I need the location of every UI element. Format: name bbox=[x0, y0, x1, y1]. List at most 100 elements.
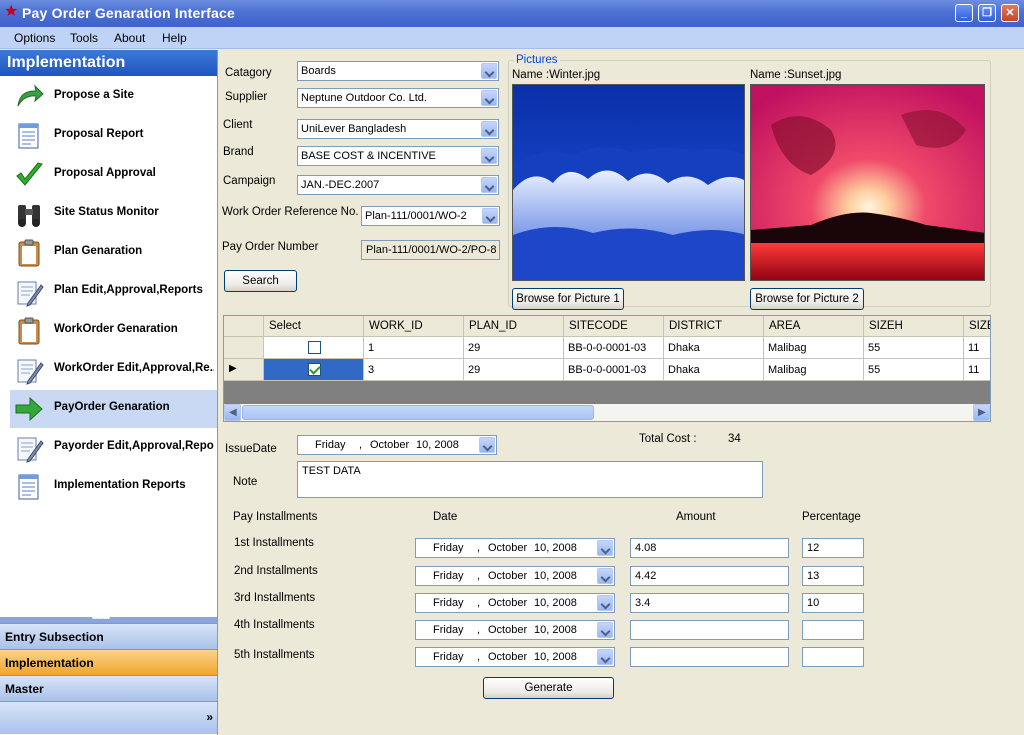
scroll-left-icon[interactable]: ◀ bbox=[224, 404, 241, 421]
table-cell[interactable]: 11 bbox=[964, 337, 990, 359]
chevron-double-down-icon[interactable]: » bbox=[206, 710, 213, 724]
table-cell[interactable]: 55 bbox=[864, 359, 964, 381]
chevron-down-icon[interactable] bbox=[597, 568, 613, 584]
table-row-header[interactable]: ▶ bbox=[224, 359, 264, 381]
sidebar-item-site-status-monitor[interactable]: Site Status Monitor bbox=[10, 195, 217, 233]
search-button[interactable]: Search bbox=[224, 270, 297, 292]
chevron-down-icon[interactable] bbox=[597, 649, 613, 665]
installment-percentage-field[interactable] bbox=[802, 647, 864, 667]
group-implementation[interactable]: Implementation bbox=[0, 649, 217, 675]
browse-picture2-button[interactable]: Browse for Picture 2 bbox=[750, 288, 864, 310]
row-checkbox[interactable] bbox=[308, 341, 321, 354]
installment-percentage-field[interactable]: 10 bbox=[802, 593, 864, 613]
table-row-select-cell[interactable] bbox=[264, 337, 364, 359]
minimize-button[interactable]: _ bbox=[955, 4, 973, 22]
client-select[interactable]: UniLever Bangladesh bbox=[297, 119, 499, 139]
table-cell[interactable]: 1 bbox=[364, 337, 464, 359]
installment-amount-field[interactable]: 4.08 bbox=[630, 538, 789, 558]
menu-tools[interactable]: Tools bbox=[70, 31, 98, 45]
installment-date-picker[interactable]: Friday , October 10, 2008 bbox=[415, 620, 615, 640]
grid-header-area[interactable]: AREA bbox=[764, 316, 864, 337]
table-cell[interactable]: Dhaka bbox=[664, 337, 764, 359]
campaign-value: JAN.-DEC.2007 bbox=[301, 179, 380, 191]
category-select[interactable]: Boards bbox=[297, 61, 499, 81]
table-cell[interactable]: 55 bbox=[864, 337, 964, 359]
chevron-down-icon[interactable] bbox=[479, 437, 495, 453]
table-cell[interactable]: Dhaka bbox=[664, 359, 764, 381]
chevron-down-icon[interactable] bbox=[481, 121, 497, 137]
pay-order-number-field[interactable]: Plan-111/0001/WO-2/PO-8 bbox=[361, 240, 500, 260]
installment-label: 2nd Installments bbox=[234, 565, 318, 577]
supplier-select[interactable]: Neptune Outdoor Co. Ltd. bbox=[297, 88, 499, 108]
chevron-down-icon[interactable] bbox=[481, 63, 497, 79]
installment-amount-field[interactable]: 4.42 bbox=[630, 566, 789, 586]
table-cell[interactable]: 29 bbox=[464, 337, 564, 359]
installment-percentage-field[interactable]: 12 bbox=[802, 538, 864, 558]
scroll-right-icon[interactable]: ▶ bbox=[973, 404, 990, 421]
close-button[interactable]: ✕ bbox=[1001, 4, 1019, 22]
grid-horizontal-scrollbar[interactable]: ◀ ▶ bbox=[224, 404, 990, 421]
menu-about[interactable]: About bbox=[114, 31, 145, 45]
sidebar-item-implementation-reports[interactable]: Implementation Reports bbox=[10, 468, 217, 506]
sidebar-item-proposal-approval[interactable]: Proposal Approval bbox=[10, 156, 217, 194]
chevron-down-icon[interactable] bbox=[597, 622, 613, 638]
table-row-header[interactable] bbox=[224, 337, 264, 359]
installment-label: 1st Installments bbox=[234, 537, 314, 549]
grid-header-sizeh[interactable]: SIZEH bbox=[864, 316, 964, 337]
grid-header-select[interactable]: Select bbox=[264, 316, 364, 337]
chevron-down-icon[interactable] bbox=[597, 595, 613, 611]
installment-date-picker[interactable]: Friday , October 10, 2008 bbox=[415, 538, 615, 558]
installment-date-picker[interactable]: Friday , October 10, 2008 bbox=[415, 647, 615, 667]
chevron-down-icon[interactable] bbox=[482, 208, 498, 224]
brand-select[interactable]: BASE COST & INCENTIVE bbox=[297, 146, 499, 166]
installment-date-picker[interactable]: Friday , October 10, 2008 bbox=[415, 566, 615, 586]
chevron-down-icon[interactable] bbox=[481, 148, 497, 164]
generate-button[interactable]: Generate bbox=[483, 677, 614, 699]
table-row-select-cell[interactable] bbox=[264, 359, 364, 381]
restore-button[interactable]: ❐ bbox=[978, 4, 996, 22]
installment-amount-field[interactable]: 3.4 bbox=[630, 593, 789, 613]
installment-date-picker[interactable]: Friday , October 10, 2008 bbox=[415, 593, 615, 613]
table-cell[interactable]: BB-0-0-0001-03 bbox=[564, 337, 664, 359]
sidebar-item-proposal-report[interactable]: Proposal Report bbox=[10, 117, 217, 155]
sidebar-item-plan-edit[interactable]: Plan Edit,Approval,Reports bbox=[10, 273, 217, 311]
menu-options[interactable]: Options bbox=[14, 31, 55, 45]
grid-header-work-id[interactable]: WORK_ID bbox=[364, 316, 464, 337]
sidebar-item-plan-generation[interactable]: Plan Genaration bbox=[10, 234, 217, 272]
sidebar-item-payorder-edit[interactable]: Payorder Edit,Approval,Repo... bbox=[10, 429, 217, 467]
table-cell[interactable]: Malibag bbox=[764, 359, 864, 381]
work-order-ref-select[interactable]: Plan-111/0001/WO-2 bbox=[361, 206, 500, 226]
row-checkbox[interactable] bbox=[308, 363, 321, 376]
grid-header-plan-id[interactable]: PLAN_ID bbox=[464, 316, 564, 337]
grid-header-district[interactable]: DISTRICT bbox=[664, 316, 764, 337]
sidebar-item-workorder-generation[interactable]: WorkOrder Genaration bbox=[10, 312, 217, 350]
sidebar-item-propose-site[interactable]: Propose a Site bbox=[10, 78, 217, 116]
table-cell[interactable]: BB-0-0-0001-03 bbox=[564, 359, 664, 381]
installment-amount-field[interactable] bbox=[630, 620, 789, 640]
chevron-down-icon[interactable] bbox=[481, 177, 497, 193]
grid-header-sitecode[interactable]: SITECODE bbox=[564, 316, 664, 337]
group-entry-subsection[interactable]: Entry Subsection bbox=[0, 623, 217, 649]
chevron-down-icon[interactable] bbox=[481, 90, 497, 106]
table-cell[interactable]: 11 bbox=[964, 359, 990, 381]
scroll-thumb[interactable] bbox=[242, 405, 594, 420]
installment-label: 5th Installments bbox=[234, 649, 315, 661]
browse-picture1-button[interactable]: Browse for Picture 1 bbox=[512, 288, 624, 310]
grid-header-sizew[interactable]: SIZE bbox=[964, 316, 990, 337]
group-master[interactable]: Master bbox=[0, 675, 217, 701]
installment-percentage-field[interactable] bbox=[802, 620, 864, 640]
chevron-down-icon[interactable] bbox=[597, 540, 613, 556]
table-cell[interactable]: Malibag bbox=[764, 337, 864, 359]
total-cost-label: Total Cost : bbox=[639, 433, 697, 445]
sidebar-item-workorder-edit[interactable]: WorkOrder Edit,Approval,Re... bbox=[10, 351, 217, 389]
installment-amount-field[interactable] bbox=[630, 647, 789, 667]
table-cell[interactable]: 29 bbox=[464, 359, 564, 381]
sidebar-item-payorder-generation[interactable]: PayOrder Genaration bbox=[10, 390, 217, 428]
note-field[interactable]: TEST DATA bbox=[297, 461, 763, 498]
installment-percentage-field[interactable]: 13 bbox=[802, 566, 864, 586]
menu-help[interactable]: Help bbox=[162, 31, 187, 45]
installment-date-sep: , bbox=[477, 624, 481, 636]
issue-date-picker[interactable]: Friday , October 10, 2008 bbox=[297, 435, 497, 455]
table-cell[interactable]: 3 bbox=[364, 359, 464, 381]
campaign-select[interactable]: JAN.-DEC.2007 bbox=[297, 175, 499, 195]
